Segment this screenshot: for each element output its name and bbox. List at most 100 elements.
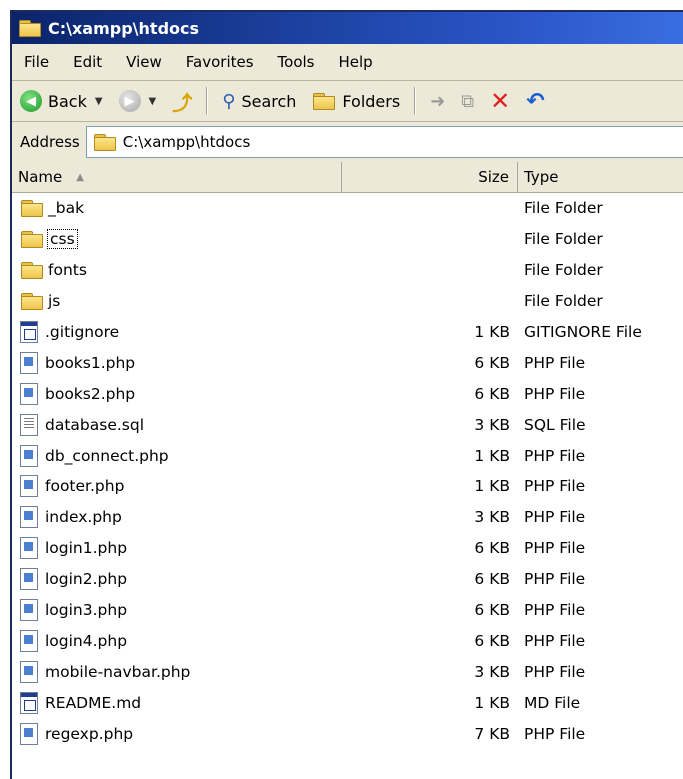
file-name-cell[interactable]: README.md [12, 691, 342, 714]
file-type: PHP File [524, 384, 586, 403]
chevron-down-icon[interactable]: ▼ [149, 96, 157, 107]
forward-button[interactable]: ▶ ▼ [111, 85, 165, 117]
file-row[interactable]: books1.php 6 KB PHP File [12, 347, 683, 378]
file-row[interactable]: login2.php 6 KB PHP File [12, 564, 683, 595]
php-file-icon [20, 660, 38, 683]
menu-edit[interactable]: Edit [61, 53, 114, 71]
file-name-cell[interactable]: regexp.php [12, 722, 342, 745]
file-type: PHP File [524, 601, 586, 620]
file-name: mobile-navbar.php [45, 662, 191, 681]
file-name-cell[interactable]: db_connect.php [12, 444, 342, 467]
file-name-cell[interactable]: css [12, 229, 342, 250]
file-name: db_connect.php [45, 446, 169, 465]
file-type: PHP File [524, 662, 586, 681]
menu-view[interactable]: View [114, 53, 174, 71]
file-name-cell[interactable]: database.sql [12, 413, 342, 436]
column-header-size[interactable]: Size [342, 162, 518, 192]
file-name-cell[interactable]: books1.php [12, 351, 342, 374]
file-size: 6 KB [474, 384, 510, 403]
column-header-name[interactable]: Name ▲ [12, 162, 342, 192]
file-name: books1.php [45, 353, 136, 372]
file-name-cell[interactable]: .gitignore [12, 321, 342, 343]
file-name-cell[interactable]: login3.php [12, 599, 342, 622]
file-name-cell[interactable]: _bak [12, 199, 342, 218]
file-row[interactable]: mobile-navbar.php 3 KB PHP File [12, 656, 683, 687]
file-name-cell[interactable]: fonts [12, 261, 342, 280]
file-name: README.md [45, 693, 142, 712]
column-header-type[interactable]: Type [518, 162, 683, 192]
menu-help[interactable]: Help [327, 53, 385, 71]
folder-icon [20, 199, 44, 218]
file-row[interactable]: index.php 3 KB PHP File [12, 502, 683, 533]
up-folder-button[interactable]: ⤴ [164, 85, 200, 117]
move-to-button[interactable]: ➜ [422, 85, 453, 117]
back-label: Back [48, 91, 87, 111]
php-file-icon [20, 537, 38, 560]
delete-button[interactable]: ✕ [482, 85, 518, 117]
file-name: css [47, 229, 78, 250]
file-row[interactable]: js File Folder [12, 286, 683, 317]
file-type: PHP File [524, 631, 586, 650]
file-row[interactable]: database.sql 3 KB SQL File [12, 409, 683, 440]
file-row[interactable]: login4.php 6 KB PHP File [12, 625, 683, 656]
file-type: PHP File [524, 446, 586, 465]
file-row[interactable]: .gitignore 1 KB GITIGNORE File [12, 317, 683, 348]
address-input[interactable]: C:\xampp\htdocs [85, 126, 683, 158]
file-size: 3 KB [474, 415, 510, 434]
file-size: 6 KB [474, 570, 510, 589]
address-label: Address [20, 133, 80, 151]
column-type-label: Type [524, 168, 559, 186]
search-button[interactable]: ⚲ Search [214, 85, 304, 117]
file-name-cell[interactable]: login4.php [12, 629, 342, 652]
file-row[interactable]: db_connect.php 1 KB PHP File [12, 440, 683, 471]
address-bar: Address C:\xampp\htdocs [12, 122, 683, 163]
chevron-down-icon[interactable]: ▼ [95, 96, 103, 107]
file-row[interactable]: _bak File Folder [12, 193, 683, 224]
menu-file[interactable]: File [12, 53, 61, 71]
generic-file-icon [20, 321, 38, 343]
file-name-cell[interactable]: books2.php [12, 382, 342, 405]
file-size: 6 KB [474, 353, 510, 372]
file-row[interactable]: README.md 1 KB MD File [12, 687, 683, 718]
file-row[interactable]: books2.php 6 KB PHP File [12, 378, 683, 409]
file-name: database.sql [45, 415, 145, 434]
move-to-icon: ➜ [430, 90, 446, 112]
file-row[interactable]: login3.php 6 KB PHP File [12, 595, 683, 626]
search-icon: ⚲ [222, 90, 236, 112]
file-name-cell[interactable]: login2.php [12, 568, 342, 591]
undo-button[interactable]: ↶ [518, 85, 552, 117]
file-row[interactable]: regexp.php 7 KB PHP File [12, 718, 683, 749]
file-name: index.php [45, 508, 122, 527]
copy-to-icon: ⧉ [461, 90, 475, 112]
file-name-cell[interactable]: mobile-navbar.php [12, 660, 342, 683]
column-header-row: Name ▲ Size Type [12, 162, 683, 193]
folders-button[interactable]: Folders [304, 85, 408, 117]
file-row[interactable]: fonts File Folder [12, 255, 683, 286]
file-name-cell[interactable]: index.php [12, 506, 342, 529]
file-name-cell[interactable]: login1.php [12, 537, 342, 560]
file-row[interactable]: css File Folder [12, 224, 683, 255]
menu-tools[interactable]: Tools [266, 53, 327, 71]
file-type: GITIGNORE File [524, 323, 642, 341]
file-row[interactable]: login1.php 6 KB PHP File [12, 533, 683, 564]
toolbar-separator [414, 87, 417, 115]
file-list[interactable]: Name ▲ Size Type _bak File Folder css File … [12, 162, 683, 779]
back-button[interactable]: ◀ Back ▼ [12, 85, 111, 117]
column-name-label: Name [18, 168, 63, 186]
file-size: 6 KB [474, 631, 510, 650]
folder-icon [18, 19, 42, 37]
file-name-cell[interactable]: footer.php [12, 475, 342, 498]
up-arrow-icon: ⤴ [172, 90, 193, 115]
copy-to-button[interactable]: ⧉ [453, 85, 482, 117]
file-row[interactable]: footer.php 1 KB PHP File [12, 471, 683, 502]
file-name: js [48, 292, 61, 311]
file-name: login1.php [45, 539, 128, 558]
php-file-icon [20, 351, 38, 374]
file-name-cell[interactable]: js [12, 292, 342, 311]
window-title: C:\xampp\htdocs [48, 18, 200, 38]
file-name: _bak [48, 199, 85, 218]
column-size-label: Size [478, 168, 509, 186]
title-bar[interactable]: C:\xampp\htdocs [12, 12, 683, 44]
menu-favorites[interactable]: Favorites [174, 53, 266, 71]
file-name: .gitignore [45, 323, 120, 341]
